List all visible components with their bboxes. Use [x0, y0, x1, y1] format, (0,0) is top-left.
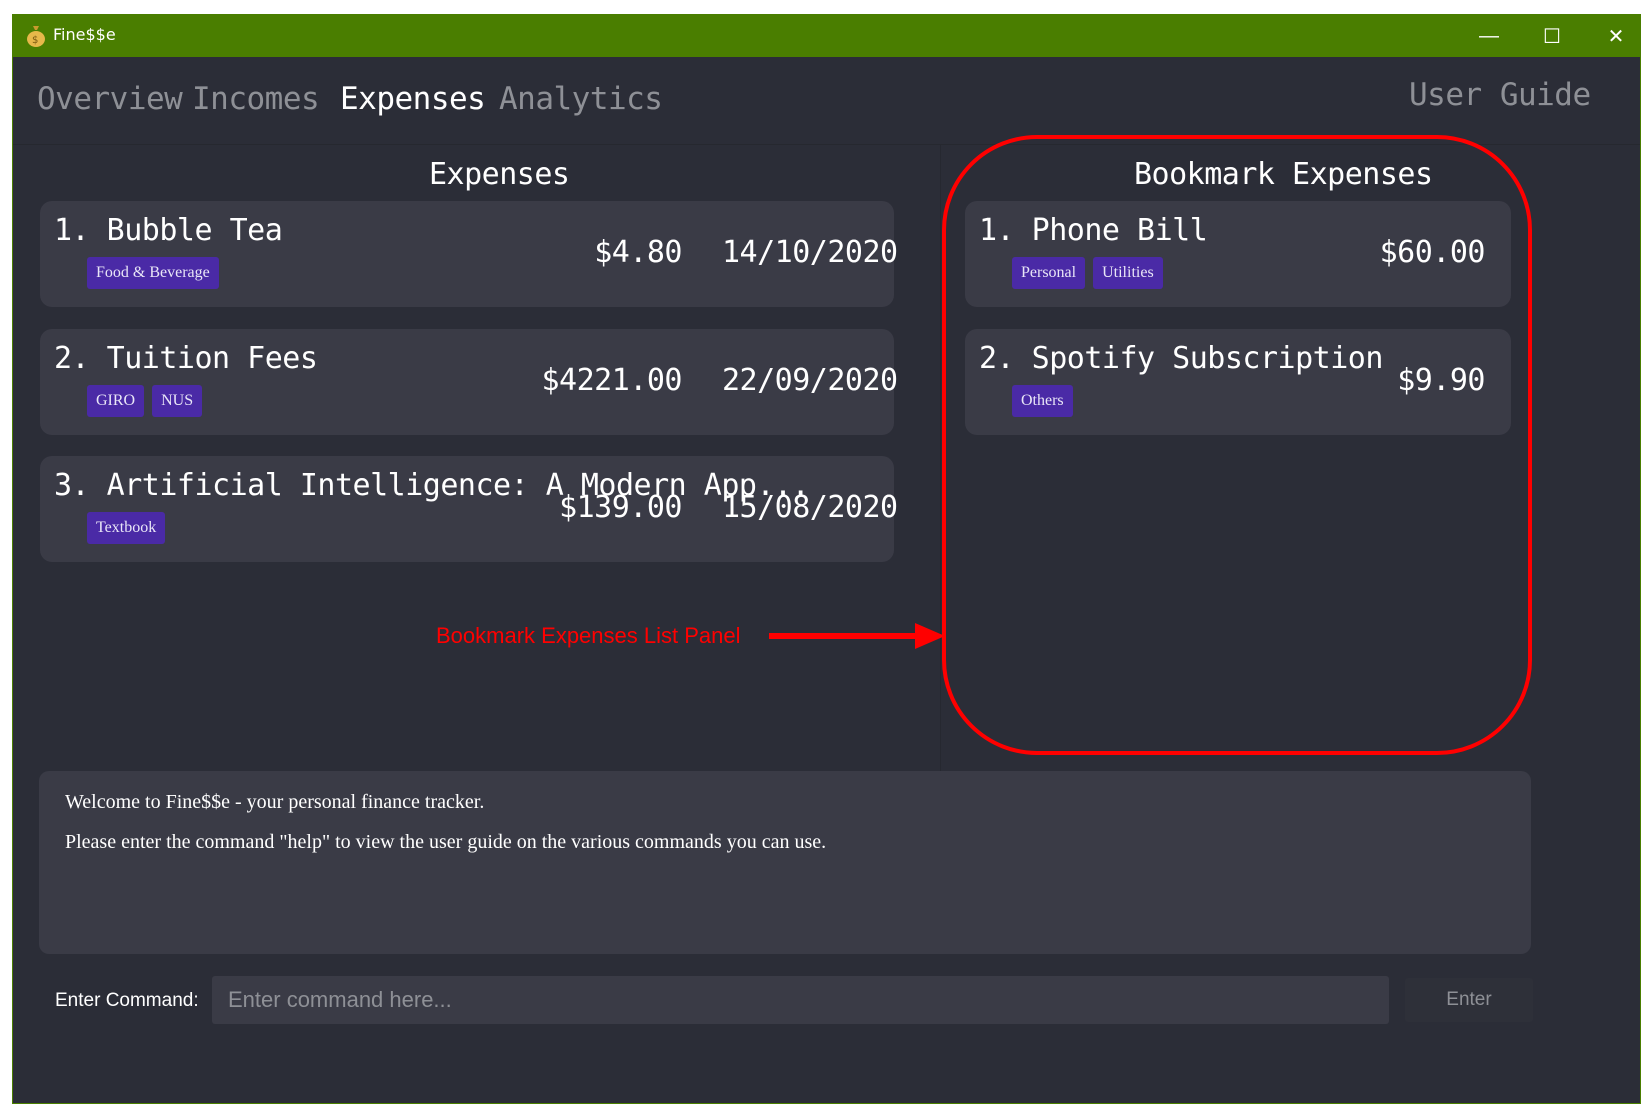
expenses-panel-title: Expenses: [429, 157, 570, 192]
tag: NUS: [152, 385, 203, 417]
maximize-icon: ☐: [1543, 25, 1561, 48]
result-text: Please enter the command "help" to view …: [65, 831, 827, 853]
expense-card[interactable]: 2. Tuition Fees GIRO NUS $4221.00 22/09/…: [40, 329, 898, 435]
expense-title: 3. Artificial Intelligence: A Modern App…: [54, 468, 810, 503]
expense-title: 2. Tuition Fees: [54, 341, 318, 376]
minimize-button[interactable]: —: [1458, 15, 1520, 57]
bookmark-amount: $9.90: [1397, 363, 1485, 398]
app-window: $ Fine$$e — ☐ ✕ Overview Incomes Expense…: [12, 14, 1641, 1104]
result-display: Welcome to Fine$$e - your personal finan…: [39, 771, 1531, 954]
annotation-label: Bookmark Expenses List Panel: [436, 623, 741, 648]
expense-card[interactable]: 1. Bubble Tea Food & Beverage $4.80 14/1…: [40, 201, 898, 307]
tag: Utilities: [1093, 257, 1163, 289]
tab-incomes[interactable]: Incomes: [192, 81, 320, 117]
bookmark-tags: Others: [1012, 385, 1073, 417]
bookmark-card[interactable]: 1. Phone Bill Personal Utilities $60.00: [965, 201, 1511, 307]
expense-tags: Food & Beverage: [87, 257, 219, 289]
tag: Food & Beverage: [87, 257, 219, 289]
tag: GIRO: [87, 385, 145, 417]
expense-amount: $4221.00: [541, 363, 683, 398]
expense-date: 14/10/2020: [722, 235, 898, 270]
result-text: Welcome to Fine$$e - your personal finan…: [65, 791, 485, 813]
tag: Others: [1012, 385, 1073, 417]
bookmark-title: 1. Phone Bill: [979, 213, 1208, 248]
expense-card[interactable]: 3. Artificial Intelligence: A Modern App…: [40, 456, 898, 562]
svg-text:$: $: [32, 35, 38, 46]
tag: Textbook: [87, 512, 166, 544]
title-bar[interactable]: $ Fine$$e — ☐ ✕: [13, 15, 1640, 57]
expense-amount: $139.00: [559, 490, 682, 525]
close-button[interactable]: ✕: [1585, 15, 1647, 57]
expense-amount: $4.80: [594, 235, 682, 270]
command-input[interactable]: [212, 976, 1389, 1024]
money-bag-icon: $: [27, 26, 45, 47]
maximize-button[interactable]: ☐: [1521, 15, 1583, 57]
expense-tags: GIRO NUS: [87, 385, 203, 417]
tab-overview[interactable]: Overview: [37, 81, 183, 117]
tab-user-guide[interactable]: User Guide: [1409, 77, 1591, 113]
expense-date: 15/08/2020: [722, 490, 898, 525]
bookmark-tags: Personal Utilities: [1012, 257, 1163, 289]
bookmark-card[interactable]: 2. Spotify Subscription Others $9.90: [965, 329, 1511, 435]
tag: Personal: [1012, 257, 1086, 289]
expense-title: 1. Bubble Tea: [54, 213, 283, 248]
tab-analytics[interactable]: Analytics: [499, 81, 663, 117]
tab-expenses[interactable]: Expenses: [340, 81, 486, 117]
bookmark-panel-title: Bookmark Expenses: [1134, 157, 1433, 192]
enter-button[interactable]: Enter: [1405, 978, 1533, 1022]
panel-divider: [940, 145, 941, 775]
expense-tags: Textbook: [87, 512, 166, 544]
bookmark-amount: $60.00: [1379, 235, 1486, 270]
expense-date: 22/09/2020: [722, 363, 898, 398]
minimize-icon: —: [1479, 24, 1499, 47]
bookmark-title: 2. Spotify Subscription: [979, 341, 1383, 376]
close-icon: ✕: [1607, 25, 1625, 48]
window-title: Fine$$e: [53, 25, 116, 44]
arrow-right-icon: [769, 623, 945, 649]
command-label: Enter Command:: [55, 990, 199, 1011]
tab-bar: Overview Incomes Expenses Analytics User…: [13, 57, 1640, 145]
